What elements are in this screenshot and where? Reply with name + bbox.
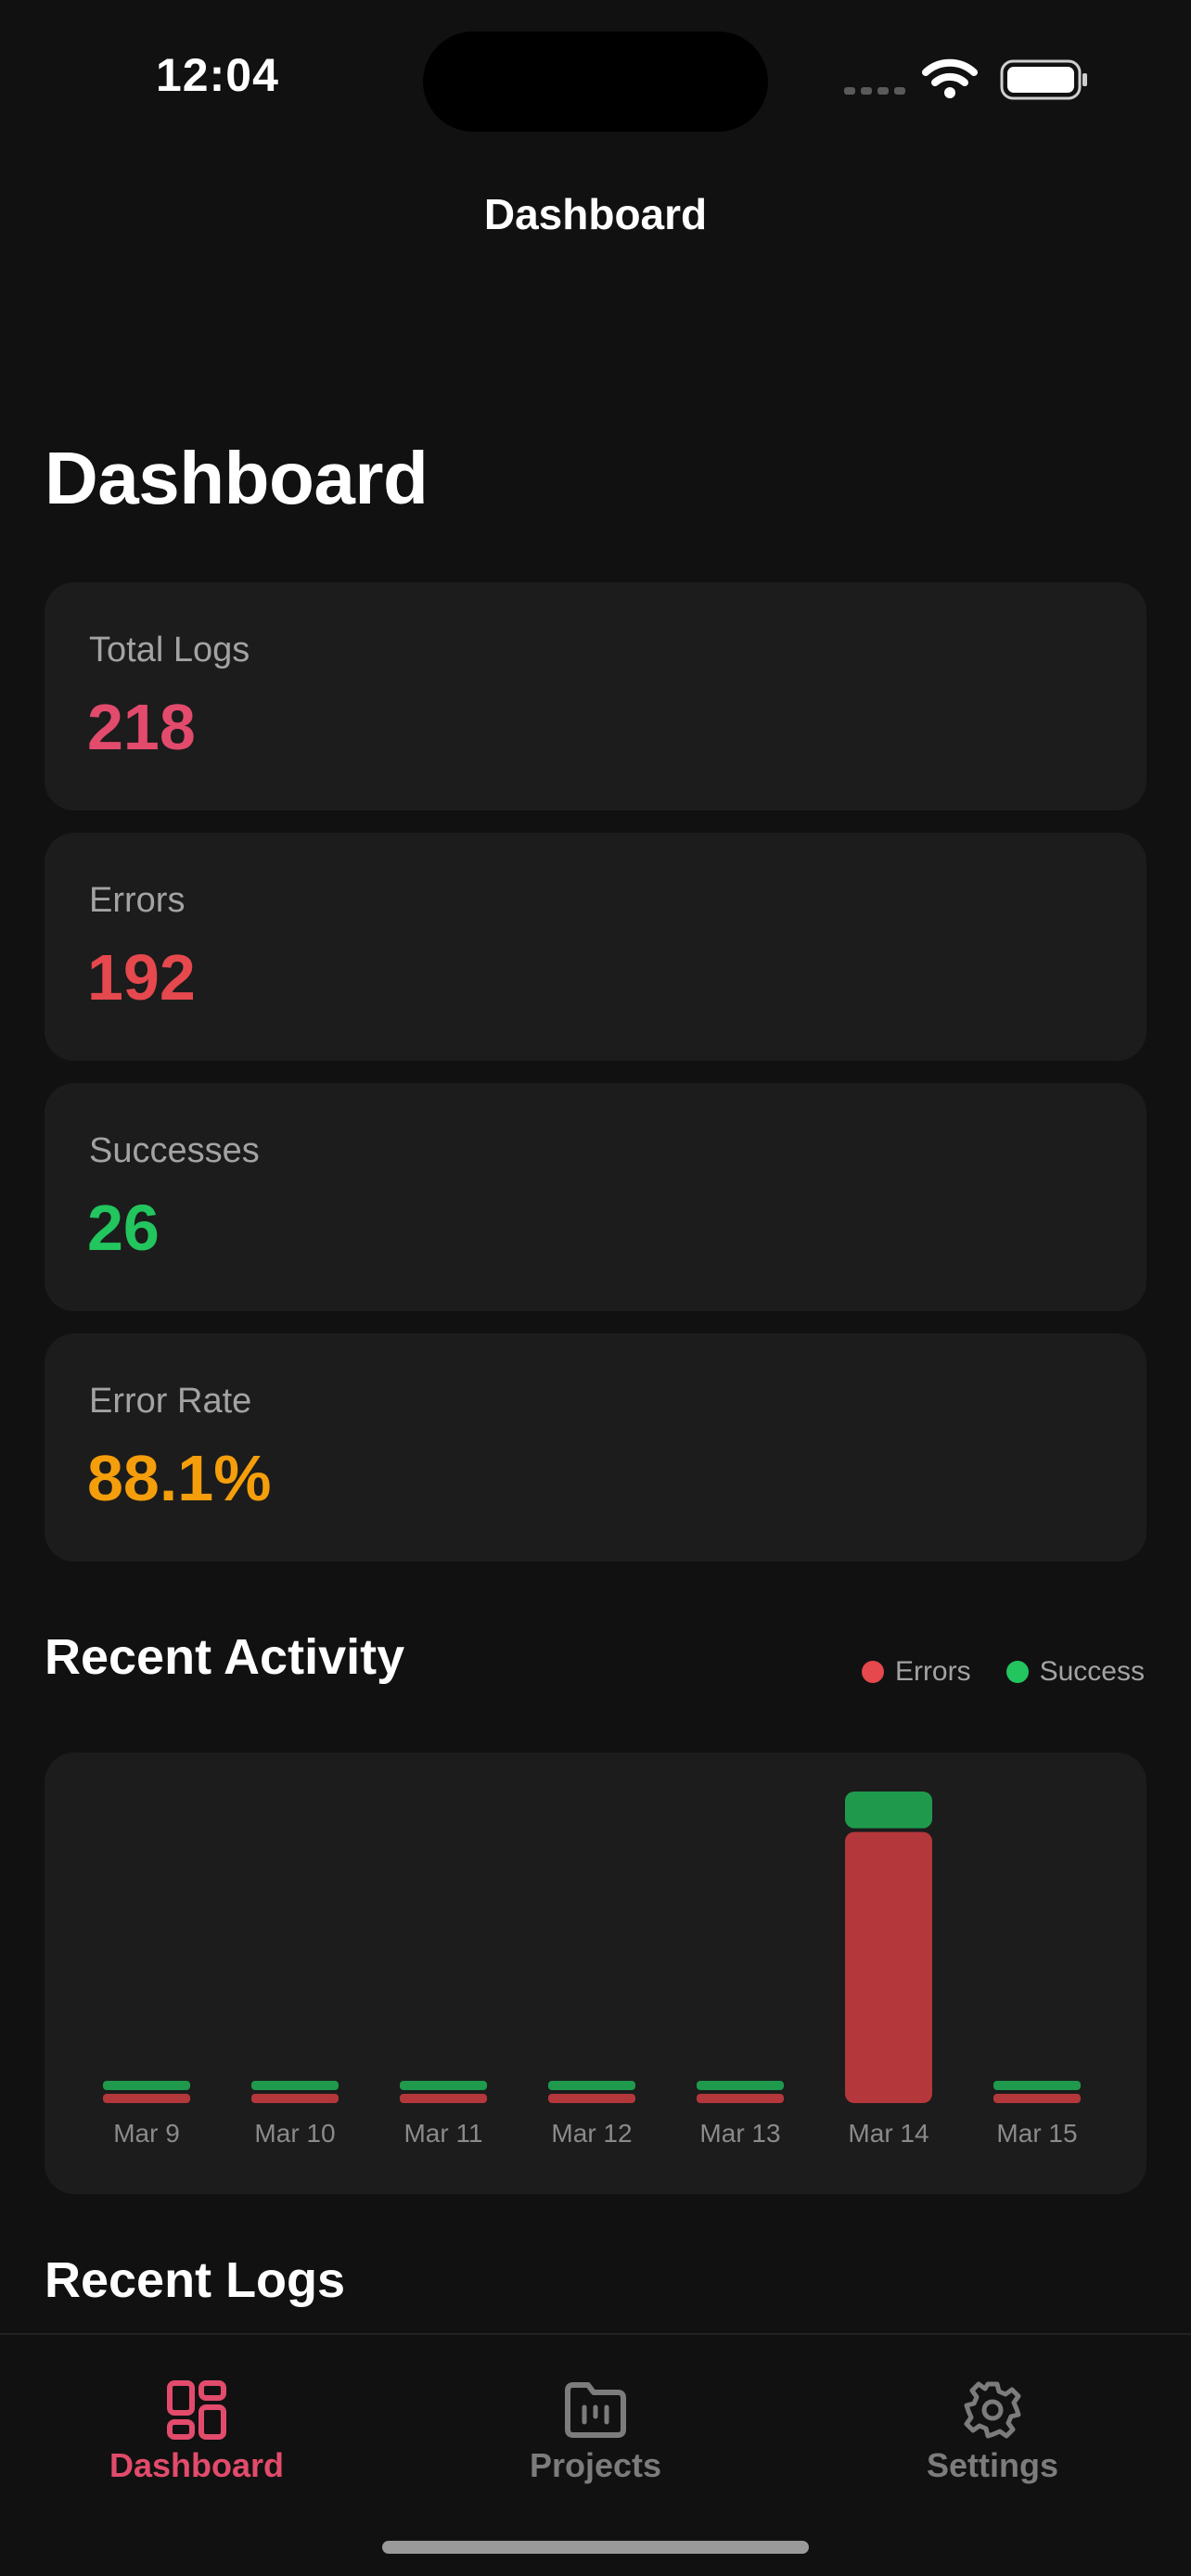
stat-label: Total Logs [89, 631, 250, 670]
bar-errors-mar-14 [845, 1831, 932, 2103]
stat-label: Errors [89, 881, 186, 920]
stat-card-errors[interactable]: Errors 192 [45, 833, 1146, 1061]
x-tick-label: Mar 12 [551, 2119, 632, 2148]
bar-errors-mar-11 [400, 2094, 487, 2103]
folder-icon [565, 2382, 626, 2438]
status-time: 12:04 [156, 49, 279, 101]
stat-value: 192 [87, 941, 196, 1014]
legend-errors-label: Errors [894, 1656, 971, 1687]
stat-card-total-logs[interactable]: Total Logs 218 [45, 582, 1146, 810]
bar-errors-mar-10 [251, 2094, 339, 2103]
app-screen: 12:04 Dashboard Dashboard Total Logs 218… [0, 0, 1191, 2576]
bar-errors-mar-13 [697, 2094, 784, 2103]
bar-success-mar-14 [845, 1792, 932, 1829]
wifi-icon [922, 58, 978, 98]
bar-success-mar-15 [993, 2081, 1081, 2090]
stat-label: Error Rate [89, 1382, 252, 1421]
gear-icon [964, 2381, 1021, 2439]
bar-errors-mar-9 [103, 2094, 190, 2103]
bar-errors-mar-12 [548, 2094, 635, 2103]
tab-projects-label: Projects [529, 2446, 662, 2484]
legend-errors: Errors [861, 1656, 971, 1688]
bar-errors-mar-15 [993, 2094, 1081, 2103]
x-tick-label: Mar 9 [113, 2119, 180, 2148]
legend-errors-dot [861, 1661, 884, 1683]
legend-success-dot [1005, 1661, 1029, 1683]
recent-activity-title: Recent Activity [45, 1629, 405, 1685]
stat-card-error-rate[interactable]: Error Rate 88.1% [45, 1333, 1146, 1562]
x-tick-label: Mar 13 [699, 2119, 780, 2148]
x-tick-label: Mar 15 [996, 2119, 1077, 2148]
bar-success-mar-12 [548, 2081, 635, 2090]
legend-success: Success [1005, 1656, 1145, 1688]
bar-success-mar-11 [400, 2081, 487, 2090]
stat-value: 26 [87, 1192, 160, 1264]
tab-settings[interactable]: Settings [853, 2379, 1132, 2485]
page-title: Dashboard [45, 437, 429, 519]
home-indicator [382, 2541, 809, 2554]
dashboard-grid-icon [167, 2380, 226, 2440]
x-tick-label: Mar 10 [254, 2119, 335, 2148]
stat-value: 218 [87, 691, 196, 763]
battery-icon [1000, 59, 1087, 100]
tab-dashboard-label: Dashboard [109, 2446, 285, 2484]
activity-chart: Mar 9 Mar 10 Mar 11 Mar 12 Mar 13 Mar 14 Mar 1… [45, 1753, 1146, 2194]
bar-success-mar-9 [103, 2081, 190, 2090]
x-tick-label: Mar 14 [848, 2119, 928, 2148]
stat-value: 88.1% [87, 1442, 272, 1514]
stat-label: Successes [89, 1131, 260, 1170]
bar-success-mar-10 [251, 2081, 339, 2090]
legend-success-label: Success [1039, 1656, 1145, 1687]
cellular-signal-icon [844, 87, 905, 95]
nav-title: Dashboard [483, 190, 708, 238]
tab-dashboard[interactable]: Dashboard [58, 2379, 336, 2485]
activity-chart-svg: Mar 9 Mar 10 Mar 11 Mar 12 Mar 13 Mar 14 Mar 1… [103, 1792, 1081, 2148]
dynamic-island [423, 32, 768, 132]
tab-bar: Dashboard Projects Settings [0, 2333, 1191, 2576]
recent-logs-title: Recent Logs [45, 2252, 346, 2308]
stat-card-successes[interactable]: Successes 26 [45, 1083, 1146, 1311]
tab-projects[interactable]: Projects [456, 2379, 735, 2485]
x-tick-label: Mar 11 [403, 2119, 482, 2148]
tab-settings-label: Settings [926, 2446, 1058, 2484]
bar-success-mar-13 [697, 2081, 784, 2090]
chart-legend: Errors Success [826, 1656, 1145, 1688]
